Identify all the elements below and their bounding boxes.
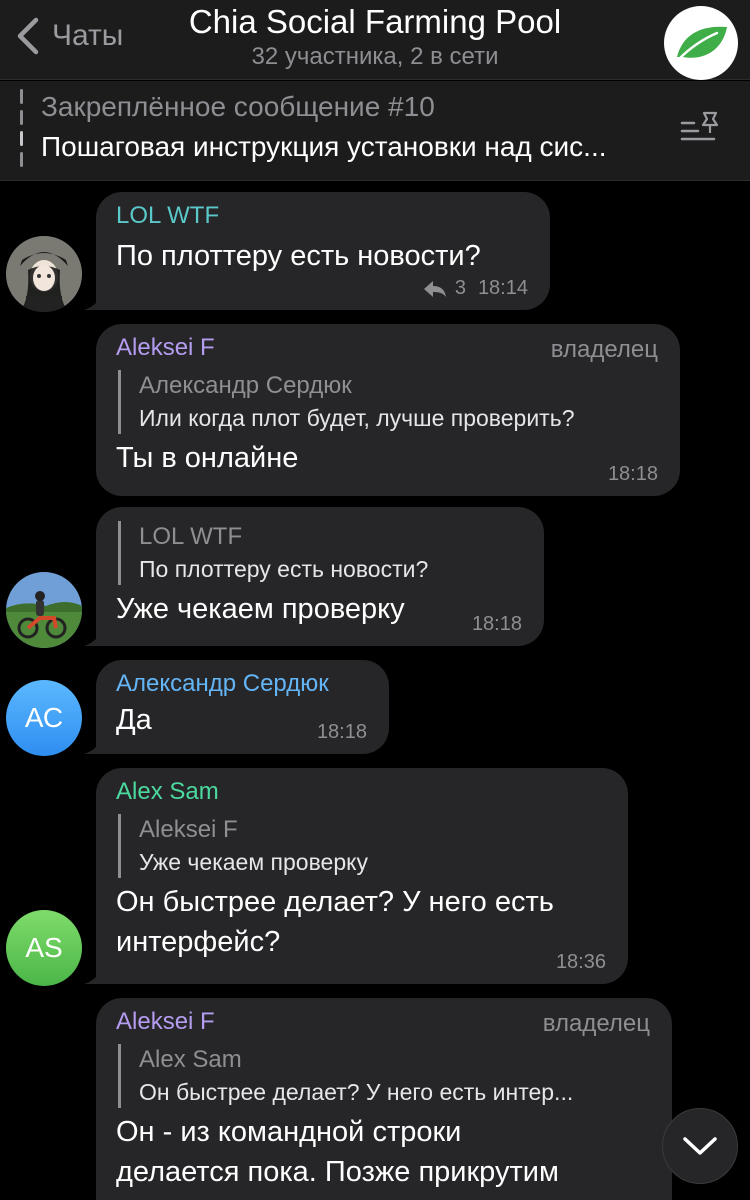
pin-list-icon[interactable] xyxy=(678,109,722,149)
message-text: Ты в онлайне xyxy=(116,442,299,474)
message-time: 18:14 xyxy=(477,277,528,299)
message-sender[interactable]: Александр Сердюк xyxy=(116,670,369,698)
back-button[interactable]: Чаты xyxy=(14,14,123,58)
member-role: владелец xyxy=(550,336,658,363)
message-bubble[interactable]: Aleksei F владелец Alex Sam Он быстрее д… xyxy=(96,998,672,1200)
message-time: 18:18 xyxy=(607,463,658,485)
message-text-line: Он - из командной строки xyxy=(116,1116,462,1148)
message-meta: 3 18:14 xyxy=(423,277,528,300)
message-time: 18:36 xyxy=(555,951,606,973)
chat-header: Чаты Chia Social Farming Pool 32 участни… xyxy=(0,0,750,80)
chat-title-area[interactable]: Chia Social Farming Pool 32 участника, 2… xyxy=(160,2,590,72)
reply-quote[interactable]: Александр Сердюк Или когда плот будет, л… xyxy=(118,370,660,434)
reply-quote[interactable]: LOL WTF По плоттеру есть новости? xyxy=(118,521,524,585)
pinned-indicator xyxy=(20,89,23,171)
motorcycle-avatar-image xyxy=(6,572,82,648)
avatar-initials-text: AS xyxy=(25,932,63,963)
reply-text: Или когда плот будет, лучше проверить? xyxy=(139,405,575,431)
message-meta: 18:36 xyxy=(556,951,606,974)
reply-author: LOL WTF xyxy=(139,523,243,550)
message-sender[interactable]: LOL WTF xyxy=(116,202,530,230)
reply-text: По плоттеру есть новости? xyxy=(139,556,429,582)
reply-count[interactable]: 3 xyxy=(455,277,466,300)
reply-quote[interactable]: Alex Sam Он быстрее делает? У него есть … xyxy=(118,1044,652,1108)
avatar-initials-text: АС xyxy=(24,702,64,733)
back-label: Чаты xyxy=(52,19,124,52)
reply-count-icon[interactable] xyxy=(423,280,447,298)
pinned-title: Закреплённое сообщение #10 xyxy=(41,91,435,122)
message-meta: 18:18 xyxy=(608,463,658,486)
pinned-message-bar[interactable]: Закреплённое сообщение #10 Пошаговая инс… xyxy=(0,81,750,181)
message-sender[interactable]: Alex Sam xyxy=(116,778,608,806)
anime-avatar-image xyxy=(6,236,82,312)
message-time: 18:18 xyxy=(316,721,367,743)
message-text-line: интерфейс? xyxy=(116,926,281,958)
chevron-down-icon xyxy=(683,1137,717,1155)
member-role: владелец xyxy=(542,1010,650,1037)
message-bubble[interactable]: LOL WTF По плоттеру есть новости? Уже че… xyxy=(96,507,544,646)
avatar-initials[interactable]: AS xyxy=(6,910,82,986)
pinned-text: Пошаговая инструкция установки над сис..… xyxy=(41,131,607,162)
message-time: 18:18 xyxy=(471,613,522,635)
avatar-aleksei-f[interactable] xyxy=(6,572,82,648)
message-meta: 18:18 xyxy=(317,721,367,744)
reply-text: Он быстрее делает? У него есть интер... xyxy=(139,1079,574,1105)
message-text-line: делается пока. Позже прикрутим xyxy=(116,1156,559,1188)
message-text: По плоттеру есть новости? xyxy=(116,240,481,272)
group-avatar[interactable] xyxy=(664,6,738,80)
chat-title: Chia Social Farming Pool xyxy=(188,3,562,40)
chat-subtitle: 32 участника, 2 в сети xyxy=(251,43,499,70)
message-text: Он быстрее делает? У него есть интерфейс… xyxy=(116,882,608,962)
reply-author: Aleksei F xyxy=(139,816,238,843)
reply-author: Alex Sam xyxy=(139,1046,242,1073)
avatar-lol-wtf[interactable] xyxy=(6,236,82,312)
reply-quote[interactable]: Aleksei F Уже чекаем проверку xyxy=(118,814,608,878)
message-bubble[interactable]: Aleksei F владелец Александр Сердюк Или … xyxy=(96,324,680,496)
message-meta: 18:18 xyxy=(472,613,522,636)
reply-text: Уже чекаем проверку xyxy=(139,849,368,875)
scroll-to-bottom-button[interactable] xyxy=(662,1108,738,1184)
message-text-line: Он быстрее делает? У него есть xyxy=(116,886,554,918)
message-text: Он - из командной строки делается пока. … xyxy=(116,1112,652,1192)
message-text: Уже чекаем проверку xyxy=(116,593,405,625)
message-bubble[interactable]: Alex Sam Aleksei F Уже чекаем проверку О… xyxy=(96,768,628,984)
reply-author: Александр Сердюк xyxy=(139,372,352,399)
message-bubble[interactable]: LOL WTF По плоттеру есть новости? 3 18:1… xyxy=(96,192,550,310)
chevron-left-icon xyxy=(17,17,39,55)
message-bubble[interactable]: Александр Сердюк Да 18:18 xyxy=(96,660,389,754)
leaf-icon xyxy=(677,26,727,61)
avatar-initials[interactable]: АС xyxy=(6,680,82,756)
